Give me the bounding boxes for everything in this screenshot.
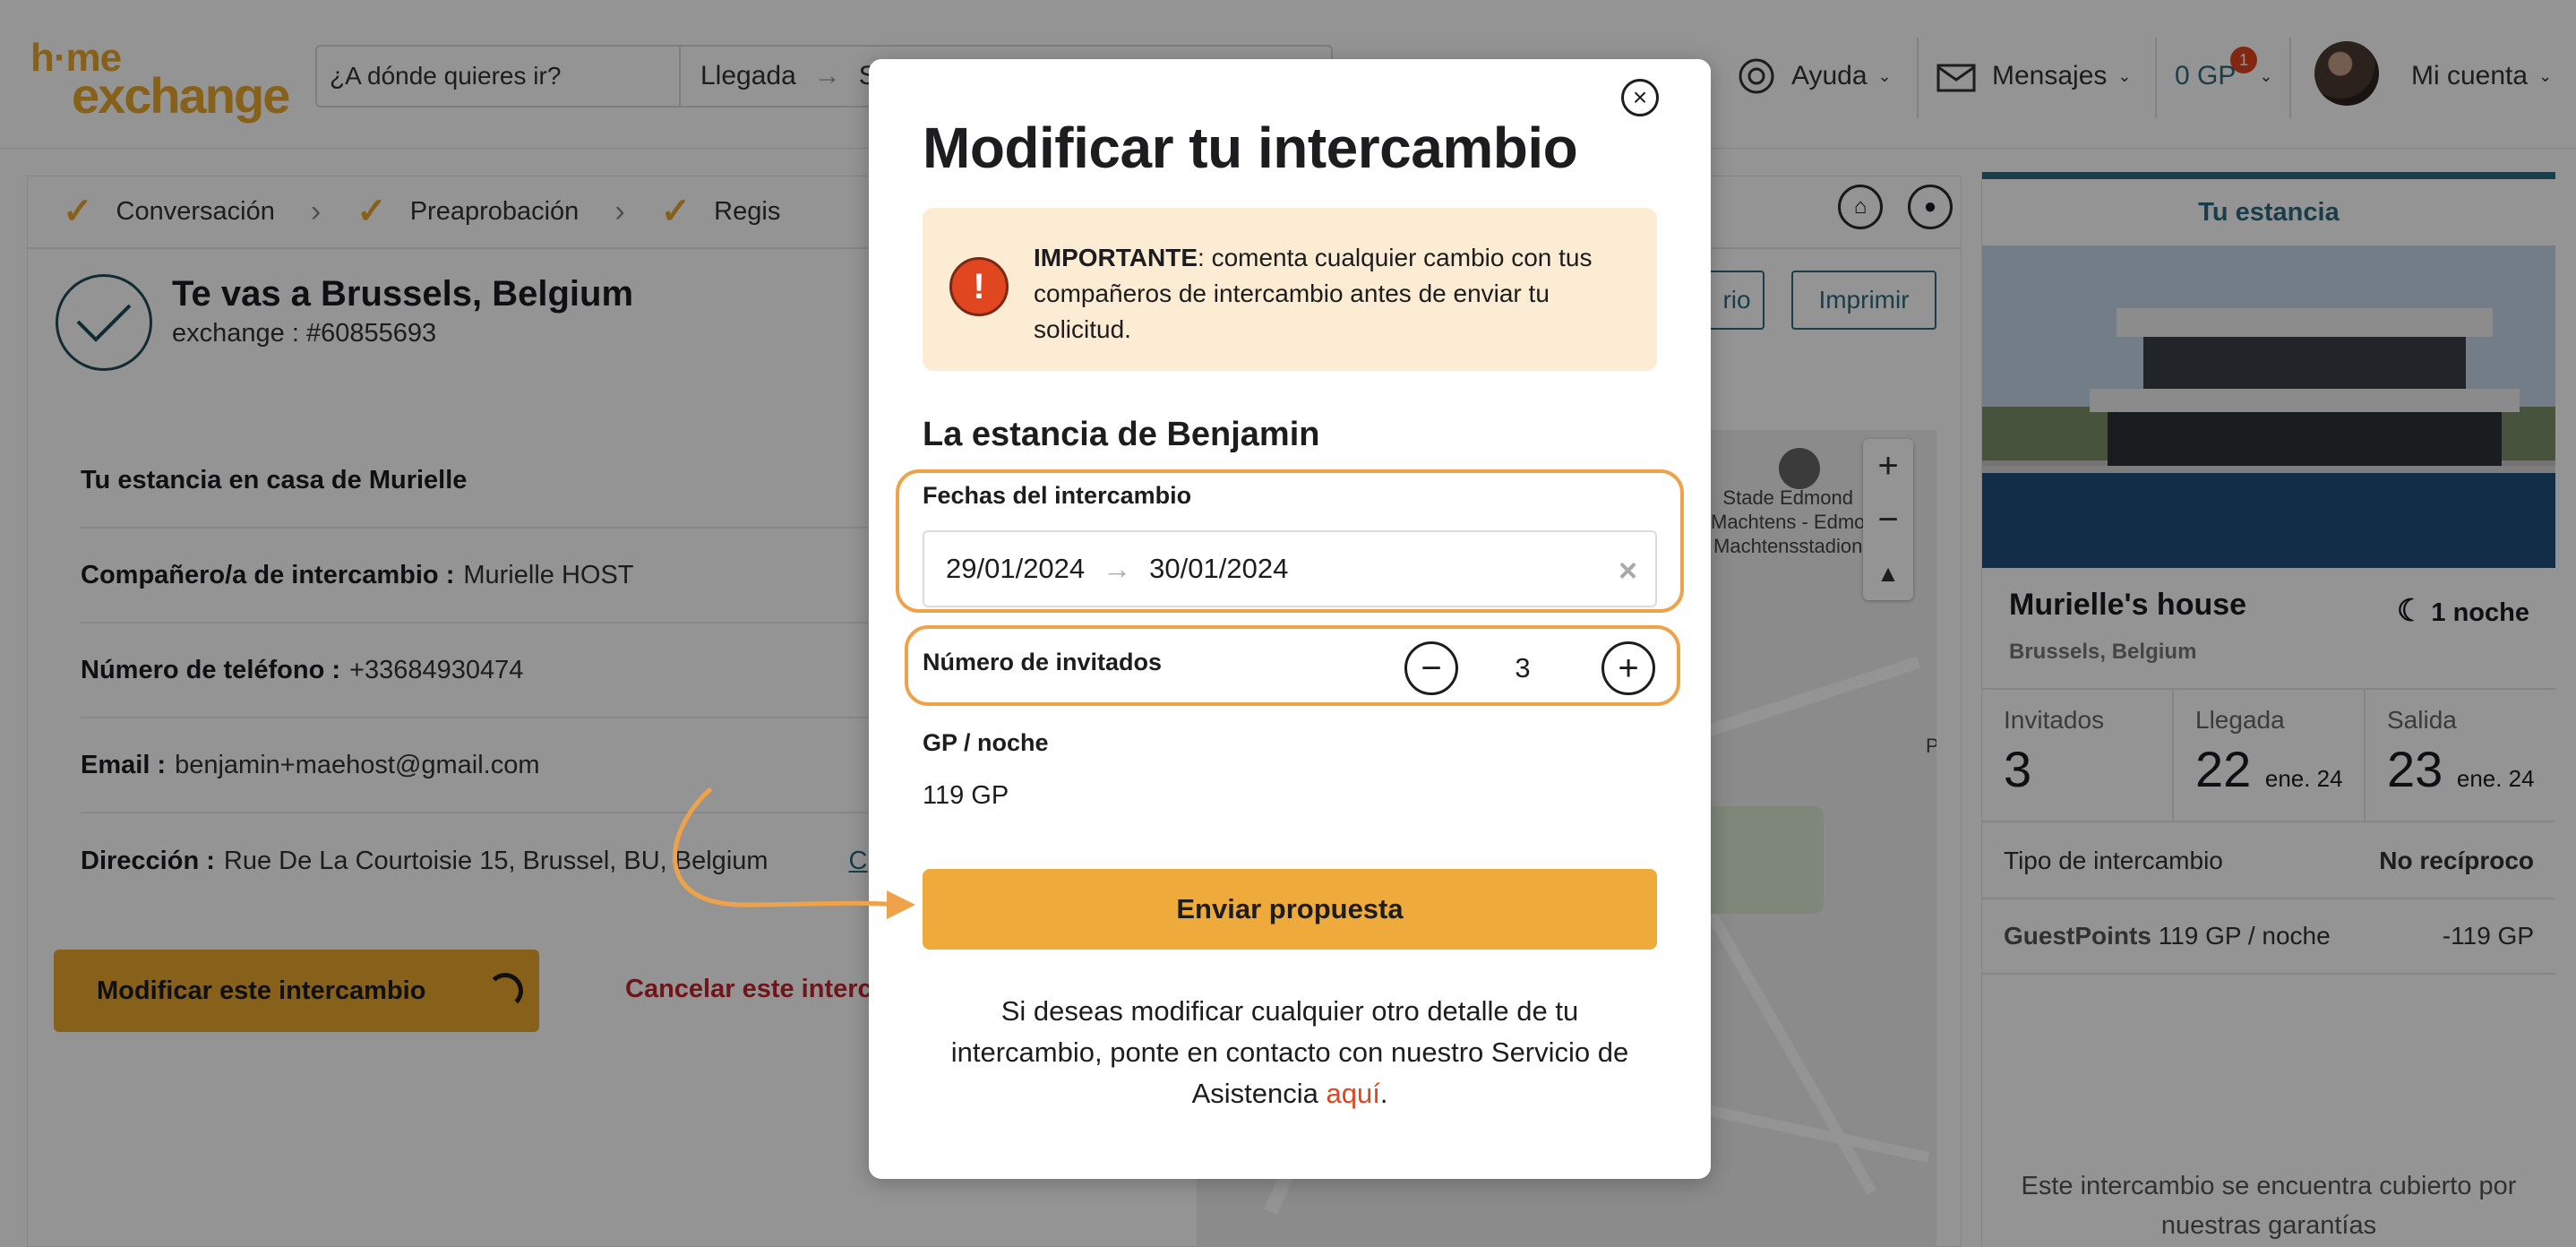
support-text: Si deseas modificar cualquier otro detal… (923, 991, 1657, 1114)
increase-guests-button[interactable]: + (1601, 641, 1655, 695)
alert-text: IMPORTANTE: comenta cualquier cambio con… (1034, 240, 1634, 348)
support-end: . (1379, 1078, 1388, 1109)
send-proposal-label: Enviar propuesta (1176, 893, 1404, 924)
gp-per-night-label: GP / noche (923, 729, 1049, 756)
clear-icon[interactable]: × (1619, 552, 1637, 589)
exclamation-icon: ! (949, 257, 1009, 316)
gp-per-night-value: 119 GP (923, 781, 1009, 810)
important-alert: ! IMPORTANTE: comenta cualquier cambio c… (923, 208, 1657, 371)
guests-label: Número de invitados (923, 649, 1163, 675)
arrow-icon: → (1103, 552, 1132, 585)
alert-bold: IMPORTANTE (1034, 244, 1198, 271)
start-date: 29/01/2024 (946, 553, 1086, 584)
stay-title: La estancia de Benjamin (923, 416, 1320, 453)
decrease-guests-button[interactable]: − (1404, 641, 1458, 695)
send-proposal-button[interactable]: Enviar propuesta (923, 869, 1657, 950)
dates-label: Fechas del intercambio (923, 482, 1192, 509)
modal-title: Modificar tu intercambio (923, 116, 1578, 180)
support-body: Si deseas modificar cualquier otro detal… (950, 995, 1629, 1109)
date-range-input[interactable]: 29/01/2024 → 30/01/2024 × (923, 530, 1657, 607)
guests-count: 3 (1515, 652, 1531, 684)
annotation-arrow-icon (673, 787, 915, 919)
close-icon[interactable]: × (1621, 79, 1659, 116)
end-date: 30/01/2024 (1149, 553, 1289, 584)
modify-exchange-modal: × Modificar tu intercambio ! IMPORTANTE:… (869, 59, 1711, 1179)
support-link[interactable]: aquí (1326, 1078, 1379, 1109)
